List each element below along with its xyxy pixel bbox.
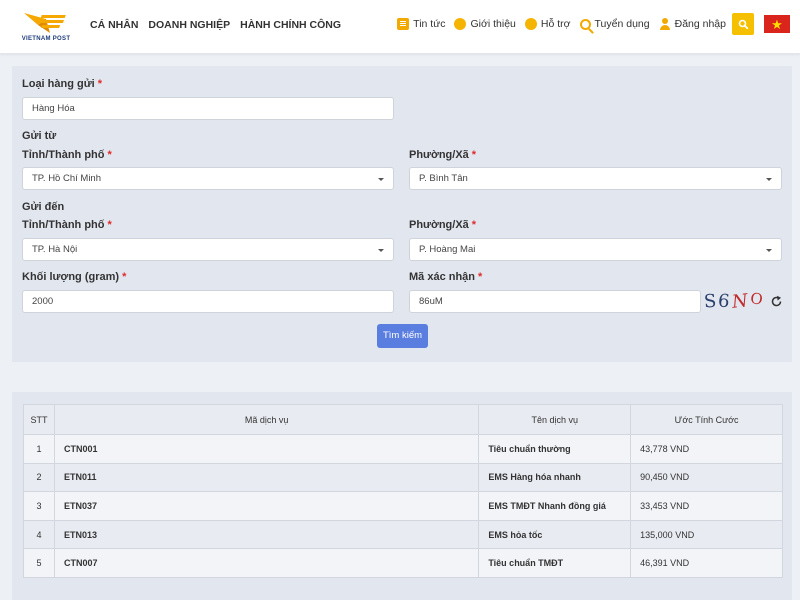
cell-service-name: Tiêu chuẩn thường: [478, 434, 632, 464]
cell-service-code: ETN013: [53, 519, 480, 550]
from-ward-select[interactable]: P. Bình Tân: [409, 167, 782, 190]
header-search-button[interactable]: [732, 13, 754, 35]
info-icon: [454, 18, 467, 30]
col-stt: STT: [23, 404, 55, 435]
from-province-label: Tỉnh/Thành phố *: [22, 149, 112, 161]
logo-mark-icon: [24, 13, 66, 33]
search-icon: [738, 19, 748, 29]
nav-hanh-chinh-cong[interactable]: HÀNH CHÍNH CÔNG: [240, 19, 341, 31]
to-province-select[interactable]: TP. Hà Nội: [22, 238, 394, 261]
vietnam-post-logo[interactable]: VIETNAM POST: [16, 9, 76, 43]
captcha-image: S6NO: [703, 289, 766, 313]
cell-stt: 3: [23, 491, 55, 521]
cell-stt: 5: [23, 548, 55, 578]
link-label: Hỗ trợ: [540, 18, 571, 30]
newspaper-icon: [397, 18, 410, 30]
cell-service-name: EMS hỏa tốc: [478, 519, 632, 550]
link-dang-nhap[interactable]: Đăng nhập: [659, 18, 726, 30]
weight-label: Khối lượng (gram) *: [22, 271, 127, 283]
col-estimated-fee: Ước Tính Cước: [630, 404, 783, 435]
top-links: Tin tức Giới thiệu Hỗ trợ Tuyển dụng Đăn…: [388, 12, 790, 36]
table-row[interactable]: 1 CTN001 Tiêu chuẩn thường 43,778 VND: [23, 434, 783, 464]
cell-estimated-fee: 33,453 VND: [630, 491, 783, 521]
to-province-label: Tỉnh/Thành phố *: [22, 219, 112, 231]
results-panel: STT Mã dịch vụ Tên dịch vụ Ước Tính Cước…: [12, 392, 792, 600]
link-label: Giới thiệu: [470, 18, 516, 30]
cell-stt: 2: [23, 462, 55, 493]
shipping-fee-form: Loại hàng gửi * Hàng Hóa Gửi từ Tỉnh/Thàn…: [12, 66, 792, 362]
to-ward-label: Phường/Xã *: [409, 219, 477, 231]
search-submit-button[interactable]: Tìm kiếm: [377, 324, 428, 348]
col-service-code: Mã dịch vụ: [53, 404, 480, 435]
from-heading: Gửi từ: [22, 130, 57, 142]
to-ward-select[interactable]: P. Hoàng Mai: [409, 238, 782, 261]
main-nav: CÁ NHÂN DOANH NGHIỆP HÀNH CHÍNH CÔNG: [90, 0, 351, 50]
cell-estimated-fee: 135,000 VND: [630, 519, 783, 550]
cell-estimated-fee: 43,778 VND: [630, 434, 783, 464]
cell-service-code: CTN007: [53, 548, 480, 578]
goods-type-label: Loại hàng gửi *: [22, 78, 103, 90]
link-tin-tuc[interactable]: Tin tức: [397, 18, 445, 30]
link-ho-tro[interactable]: Hỗ trợ: [524, 18, 571, 30]
cell-service-code: CTN001: [53, 434, 480, 464]
cell-service-code: ETN011: [53, 462, 480, 493]
cell-service-name: Tiêu chuẩn TMĐT: [478, 548, 632, 578]
goods-type-field[interactable]: Hàng Hóa: [22, 97, 394, 120]
to-heading: Gửi đến: [22, 201, 65, 213]
col-service-name: Tên dịch vụ: [478, 404, 632, 435]
cell-stt: 1: [23, 434, 55, 464]
link-label: Tuyển dụng: [594, 18, 650, 30]
logo-text: VIETNAM POST: [21, 36, 71, 42]
cell-service-name: EMS Hàng hóa nhanh: [478, 462, 632, 493]
from-province-select[interactable]: TP. Hồ Chí Minh: [22, 167, 394, 190]
site-header: VIETNAM POST CÁ NHÂN DOANH NGHIỆP HÀNH C…: [0, 0, 800, 54]
from-ward-label: Phường/Xã *: [409, 149, 477, 161]
cell-service-code: ETN037: [53, 491, 480, 521]
table-header-row: STT Mã dịch vụ Tên dịch vụ Ước Tính Cước: [23, 404, 783, 435]
table-row[interactable]: 3 ETN037 EMS TMĐT Nhanh đồng giá 33,453 …: [23, 491, 783, 521]
support-icon: [524, 18, 537, 30]
nav-doanh-nghiep[interactable]: DOANH NGHIỆP: [148, 19, 230, 31]
cell-estimated-fee: 46,391 VND: [630, 548, 783, 578]
table-row[interactable]: 5 CTN007 Tiêu chuẩn TMĐT 46,391 VND: [23, 548, 783, 578]
cell-stt: 4: [23, 519, 55, 550]
captcha-input[interactable]: 86uM: [409, 290, 701, 313]
vietnam-flag-language-button[interactable]: ★: [764, 15, 790, 33]
link-tuyen-dung[interactable]: Tuyển dụng: [579, 18, 650, 30]
refresh-captcha-icon[interactable]: [770, 295, 783, 308]
captcha-label: Mã xác nhận *: [409, 271, 483, 283]
cell-estimated-fee: 90,450 VND: [630, 462, 783, 493]
weight-input[interactable]: 2000: [22, 290, 394, 313]
nav-ca-nhan[interactable]: CÁ NHÂN: [90, 19, 138, 31]
recruit-search-icon: [579, 18, 591, 30]
table-row[interactable]: 4 ETN013 EMS hỏa tốc 135,000 VND: [23, 519, 783, 550]
table-row[interactable]: 2 ETN011 EMS Hàng hóa nhanh 90,450 VND: [23, 462, 783, 493]
cell-service-name: EMS TMĐT Nhanh đồng giá: [478, 491, 632, 521]
link-label: Tin tức: [413, 18, 446, 30]
link-gioi-thieu[interactable]: Giới thiệu: [454, 18, 516, 30]
user-icon: [659, 18, 671, 30]
link-label: Đăng nhập: [674, 18, 726, 30]
flag-star-icon: ★: [771, 16, 783, 32]
results-table: STT Mã dịch vụ Tên dịch vụ Ước Tính Cước…: [23, 404, 783, 578]
